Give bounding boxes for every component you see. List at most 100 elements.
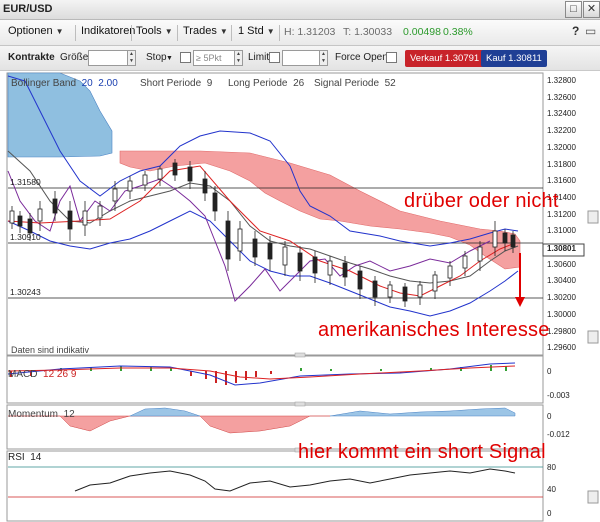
chart-area[interactable]: Bollinger Band 20 2.00 Short Periode 9 L… — [0, 71, 600, 522]
signal-periode-label: Signal Periode 52 — [314, 78, 396, 89]
quote-change: 0.00498 — [403, 26, 441, 38]
annotation-drueber: drüber oder nicht — [404, 190, 559, 212]
bollinger-text: Bollinger Band — [11, 78, 77, 89]
price-axis-label: 1.32000 — [547, 142, 576, 152]
interval-select[interactable]: 1 Std ▼ — [238, 25, 275, 37]
limit-checkbox[interactable] — [269, 52, 280, 63]
menu-trades[interactable]: Trades ▼ — [183, 25, 228, 37]
chevron-down-icon: ▼ — [55, 27, 64, 36]
stop-spinner[interactable]: ▲ ▼ — [235, 50, 243, 66]
size-label: Größe — [60, 52, 89, 63]
interval-label: 1 Std — [238, 25, 264, 37]
stop-label: Stop — [146, 52, 167, 63]
momentum-param: 12 — [63, 409, 75, 420]
macd-axis-1: -0.003 — [547, 391, 570, 400]
menu-tools[interactable]: Tools ▼ — [136, 25, 173, 37]
momentum-title: Momentum 12 — [8, 409, 75, 420]
menu-separator — [177, 25, 178, 41]
footer-note: Daten sind indikativ — [11, 345, 90, 355]
macd-title-text: MACD — [8, 369, 38, 380]
long-val: 26 — [293, 78, 305, 89]
stop-checkbox[interactable] — [180, 52, 191, 63]
macd-axis-0: 0 — [547, 367, 552, 376]
contracts-label: Kontrakte — [8, 52, 55, 63]
restore-icon[interactable]: □ — [565, 1, 582, 18]
rsi-title-text: RSI — [8, 452, 25, 463]
quote-high: H: 1.31203 — [284, 26, 336, 38]
menu-separator — [231, 25, 232, 41]
menu-separator — [279, 25, 280, 41]
menu-indikatoren[interactable]: Indikatoren — [81, 25, 135, 37]
signal-val: 52 — [384, 78, 396, 89]
price-axis-label: 1.30600 — [547, 259, 576, 269]
level-label-2: 1.30910 — [10, 232, 41, 242]
momentum-title-text: Momentum — [8, 409, 59, 420]
menu-trades-label: Trades — [183, 25, 217, 37]
detach-icon[interactable]: ▭ — [585, 24, 596, 38]
level-label-1: 1.31580 — [10, 177, 41, 187]
menu-tools-label: Tools — [136, 25, 162, 37]
macd-panel — [6, 355, 544, 404]
price-axis-label: 1.32800 — [547, 76, 576, 85]
quote-low: T: 1.30033 — [343, 26, 393, 38]
chevron-down-icon: ▼ — [164, 27, 173, 36]
menu-optionen[interactable]: Optionen ▼ — [8, 25, 64, 37]
short-text: Short Periode — [140, 78, 202, 89]
momentum-axis-1: -0.012 — [547, 430, 570, 439]
bollinger-label: Bollinger Band 20 2.00 — [11, 78, 118, 89]
size-spinner[interactable]: ▲ ▼ — [128, 50, 136, 66]
bollinger-period: 20 — [81, 78, 93, 89]
macd-title: MACD 12 26 9 — [8, 369, 76, 380]
menu-optionen-label: Optionen — [8, 25, 53, 37]
menubar: Optionen ▼ Indikatoren Tools ▼ Trades ▼ 1 S… — [0, 20, 600, 46]
price-axis-label: 1.31600 — [547, 176, 576, 186]
rsi-axis-0: 0 — [547, 509, 552, 518]
price-axis-label: 1.30000 — [547, 309, 576, 319]
macd-params: 12 26 9 — [43, 369, 77, 380]
order-bar: Kontrakte Größe ▲ ▼ Stop ▼ ≥ 5Pkt ▲ ▼ Limi… — [0, 46, 600, 71]
price-axis-label: 1.30801 — [547, 244, 576, 253]
quote-change-pct: 0.38% — [443, 26, 473, 38]
long-periode-label: Long Periode 26 — [228, 78, 304, 89]
close-icon[interactable]: ✕ — [583, 1, 600, 18]
chevron-down-icon: ▼ — [266, 27, 275, 36]
rsi-axis-80: 80 — [547, 463, 556, 472]
price-axis-label: 1.32400 — [547, 109, 576, 119]
momentum-axis-0: 0 — [547, 412, 552, 421]
rsi-axis-40: 40 — [547, 485, 556, 494]
window-title: EUR/USD — [3, 3, 53, 15]
force-open-checkbox[interactable] — [386, 52, 397, 63]
level-label-3: 1.30243 — [10, 287, 41, 297]
price-axis-label: 1.30200 — [547, 293, 576, 303]
side-scroll-icons[interactable] — [587, 210, 599, 504]
limit-label: Limit — [248, 52, 270, 63]
price-axis-label: 1.30400 — [547, 276, 576, 286]
price-axis-label: 1.32200 — [547, 126, 576, 136]
long-text: Long Periode — [228, 78, 288, 89]
sell-button[interactable]: Verkauf 1.30791 — [405, 50, 485, 67]
limit-spinner[interactable]: ▲ ▼ — [320, 50, 328, 66]
price-axis-label: 1.32600 — [547, 92, 576, 102]
stop-input[interactable]: ≥ 5Pkt — [193, 50, 235, 66]
window-titlebar: EUR/USD □ ✕ — [0, 0, 600, 20]
buy-button[interactable]: Kauf 1.30811 — [481, 50, 547, 67]
annotation-interesse: amerikanisches Interesse — [318, 319, 550, 341]
annotation-short-signal: hier kommt ein short Signal — [298, 441, 546, 463]
help-icon[interactable]: ? — [572, 24, 579, 38]
bollinger-dev: 2.00 — [98, 78, 118, 89]
size-input[interactable] — [88, 50, 128, 66]
chevron-down-icon: ▼ — [219, 27, 228, 36]
chevron-down-icon[interactable]: ▼ — [166, 55, 173, 62]
price-axis-label: 1.29600 — [547, 343, 576, 353]
force-open-label: Force Open — [335, 52, 388, 63]
panel-splitter[interactable] — [294, 352, 306, 358]
rsi-title: RSI 14 — [8, 452, 41, 463]
signal-text: Signal Periode — [314, 78, 380, 89]
rsi-param: 14 — [30, 452, 42, 463]
limit-input[interactable] — [282, 50, 320, 66]
panel-splitter[interactable] — [294, 401, 306, 407]
menu-separator — [131, 25, 132, 41]
short-periode-label: Short Periode 9 — [140, 78, 212, 89]
price-axis-label: 1.29800 — [547, 326, 576, 336]
price-axis-label: 1.31800 — [547, 159, 576, 169]
